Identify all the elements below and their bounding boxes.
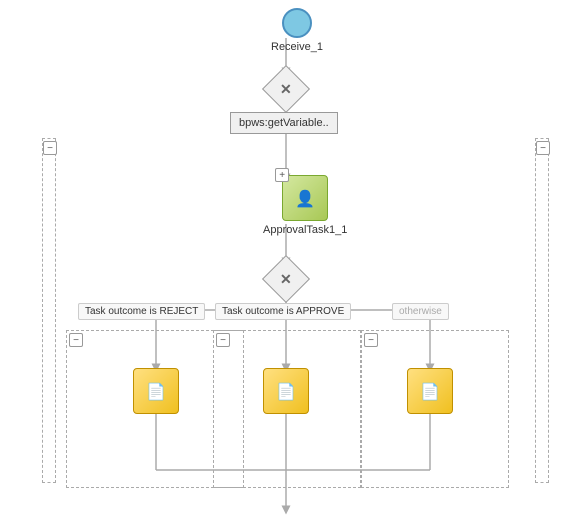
task2-icon: [276, 380, 296, 403]
approvaltask-label: ApprovalTask1_1: [263, 224, 347, 236]
approvaltask-node[interactable]: + ApprovalTask1_1: [263, 175, 347, 236]
condition-reject-label: Task outcome is REJECT: [78, 303, 205, 320]
task3-shape: [407, 368, 453, 414]
task2-shape: [263, 368, 309, 414]
right-outer-collapse[interactable]: −: [536, 141, 550, 155]
branch3-collapse[interactable]: −: [364, 333, 378, 347]
diamond2-shape: ✕: [262, 255, 310, 303]
diamond2-xmark: ✕: [280, 272, 292, 286]
receive-label: Receive_1: [271, 41, 323, 53]
condition-approve-label: Task outcome is APPROVE: [215, 303, 351, 320]
getvariable-label: bpws:getVariable..: [239, 117, 329, 129]
condition-otherwise-label: otherwise: [392, 303, 449, 320]
task2-node[interactable]: [263, 368, 309, 414]
task1-shape: [133, 368, 179, 414]
approvaltask-icon: [295, 187, 315, 210]
diamond2-node[interactable]: ✕: [269, 262, 303, 296]
getvariable-rect: bpws:getVariable..: [230, 112, 338, 134]
task3-node[interactable]: [407, 368, 453, 414]
task1-icon: [146, 380, 166, 403]
task3-icon: [420, 380, 440, 403]
receive-node[interactable]: Receive_1: [271, 8, 323, 53]
branch1-collapse[interactable]: −: [69, 333, 83, 347]
diamond1-shape: ✕: [262, 65, 310, 113]
right-outer-container: −: [535, 138, 549, 483]
diamond1-wrapper: ✕: [269, 72, 303, 106]
approvaltask-expand[interactable]: +: [275, 168, 289, 182]
diamond2-wrapper: ✕: [269, 262, 303, 296]
approvaltask-shape: +: [282, 175, 328, 221]
left-outer-container: −: [42, 138, 56, 483]
workflow-canvas: Receive_1 ✕ bpws:getVariable.. + Approva…: [0, 0, 575, 531]
diamond1-xmark: ✕: [280, 82, 292, 96]
branch2-collapse[interactable]: −: [216, 333, 230, 347]
receive-circle: [282, 8, 312, 38]
task1-node[interactable]: [133, 368, 179, 414]
diamond1-node[interactable]: ✕: [269, 72, 303, 106]
left-outer-collapse[interactable]: −: [43, 141, 57, 155]
getvariable-node[interactable]: bpws:getVariable..: [230, 112, 338, 134]
